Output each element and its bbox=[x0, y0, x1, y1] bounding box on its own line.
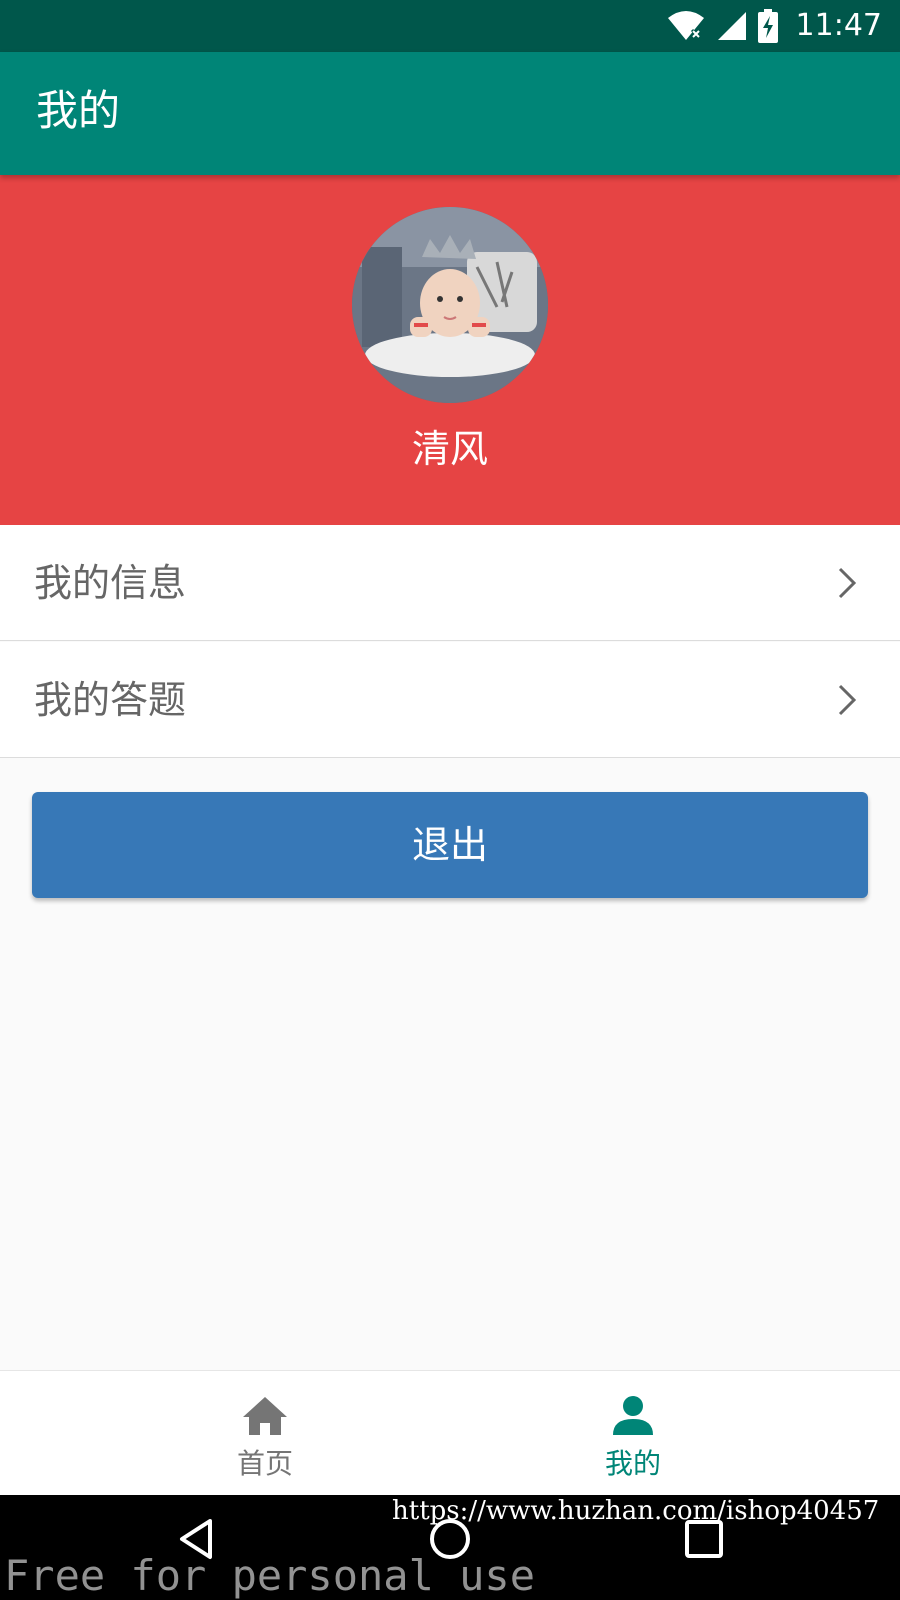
app-bar: 我的 bbox=[0, 52, 900, 175]
wifi-icon bbox=[667, 11, 704, 40]
nav-item-mine[interactable]: 我的 bbox=[408, 1371, 858, 1496]
menu-item-my-info[interactable]: 我的信息 bbox=[0, 525, 900, 641]
watermark-text: Free for personal use bbox=[4, 1551, 536, 1600]
status-icons: 11:47 bbox=[666, 8, 882, 44]
chevron-right-icon bbox=[838, 684, 857, 716]
logout-button[interactable]: 退出 bbox=[32, 792, 868, 898]
avatar[interactable] bbox=[352, 207, 548, 403]
menu-item-my-answers[interactable]: 我的答题 bbox=[0, 642, 900, 758]
battery-charging-icon bbox=[757, 9, 778, 43]
status-time: 11:47 bbox=[795, 8, 882, 43]
person-icon bbox=[613, 1396, 653, 1435]
username: 清风 bbox=[411, 427, 488, 471]
menu-item-label: 我的答题 bbox=[34, 678, 187, 722]
menu-item-label: 我的信息 bbox=[34, 561, 187, 605]
watermark-url: https://www.huzhan.com/ishop40457 bbox=[392, 1496, 880, 1526]
home-icon bbox=[243, 1397, 287, 1435]
bottom-nav: 首页 我的 bbox=[0, 1370, 900, 1495]
profile-header: 清风 bbox=[0, 175, 900, 525]
status-bar: 11:47 bbox=[0, 0, 900, 52]
cellular-signal-icon bbox=[717, 12, 746, 40]
nav-label-mine: 我的 bbox=[604, 1447, 661, 1480]
avatar-photo bbox=[352, 207, 548, 403]
page-title: 我的 bbox=[36, 86, 121, 135]
chevron-right-icon bbox=[838, 567, 857, 599]
